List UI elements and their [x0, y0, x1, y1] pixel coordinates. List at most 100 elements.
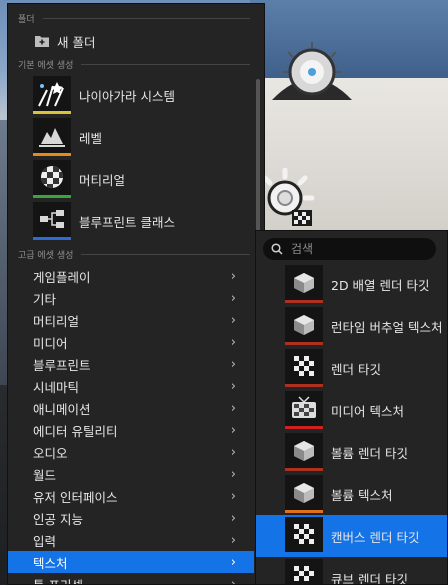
texture-item-cube-render-target[interactable]: 큐브 렌더 타깃 — [256, 557, 447, 585]
chevron-right-icon: › — [230, 488, 236, 504]
category-item-user-interface[interactable]: 유저 인터페이스 › — [8, 485, 254, 507]
texture-item-label: 2D 배열 렌더 타깃 — [331, 277, 430, 293]
texture-item-label: 렌더 타깃 — [331, 361, 381, 377]
texture-item-label: 캔버스 렌더 타깃 — [331, 529, 420, 545]
niagara-icon — [33, 76, 71, 114]
category-label: 오디오 — [33, 445, 68, 461]
category-label: 인공 지능 — [33, 511, 83, 527]
texture-item-label: 런타임 버추얼 텍스처 — [331, 319, 443, 335]
section-label: 폴더 — [18, 15, 35, 25]
category-label: 입력 — [33, 533, 57, 549]
material-icon — [33, 160, 71, 198]
category-item-texture[interactable]: 텍스처 › — [8, 551, 254, 573]
new-folder-label: 새 폴더 — [57, 34, 96, 50]
category-item-input[interactable]: 입력 › — [8, 529, 254, 551]
texture-item-volume-render-target[interactable]: 볼륨 렌더 타깃 — [256, 431, 447, 473]
search-box[interactable] — [263, 238, 436, 260]
texture-item-canvas-render-target[interactable]: 캔버스 렌더 타깃 — [256, 515, 447, 557]
chevron-right-icon: › — [230, 576, 236, 585]
sky-light-icon[interactable] — [268, 38, 356, 104]
canvas-render-target-icon — [285, 517, 323, 555]
category-label: 머티리얼 — [33, 313, 80, 329]
chevron-right-icon: › — [230, 312, 236, 328]
directional-light-icon[interactable] — [258, 168, 318, 228]
texture-item-label: 미디어 텍스처 — [331, 403, 404, 419]
divider — [81, 254, 250, 255]
category-label: 툴 프리셋 — [33, 577, 83, 585]
cube-render-target-icon — [285, 559, 323, 584]
search-icon — [271, 243, 283, 255]
category-item-world[interactable]: 월드 › — [8, 463, 254, 485]
chevron-right-icon: › — [230, 422, 236, 438]
media-texture-icon — [285, 391, 323, 429]
category-item-tool-presets[interactable]: 툴 프리셋 › — [8, 573, 254, 585]
category-item-animation[interactable]: 애니메이션 › — [8, 397, 254, 419]
texture-item-2d-array-render-target[interactable]: 2D 배열 렌더 타깃 — [256, 263, 447, 305]
chevron-right-icon: › — [230, 444, 236, 460]
category-item-blueprint[interactable]: 블루프린트 › — [8, 353, 254, 375]
category-label: 기타 — [33, 291, 57, 307]
category-label: 에디터 유틸리티 — [33, 423, 118, 439]
asset-label: 머티리얼 — [79, 172, 126, 188]
chevron-right-icon: › — [230, 290, 236, 306]
basic-assets-section-header: 기본 에셋 생성 — [18, 58, 250, 71]
folder-section-header: 폴더 — [18, 12, 250, 25]
add-asset-menu: 폴더 새 폴더 기본 에셋 생성 나이아가라 시스템 레벨 머티리얼 블루프린트… — [7, 3, 265, 585]
chevron-right-icon: › — [230, 466, 236, 482]
texture-item-runtime-virtual-texture[interactable]: 런타임 버추얼 텍스처 — [256, 305, 447, 347]
category-label: 텍스처 — [33, 555, 68, 571]
category-item-editor-utility[interactable]: 에디터 유틸리티 › — [8, 419, 254, 441]
asset-label: 블루프린트 클래스 — [79, 214, 175, 230]
basic-asset-blueprint-class[interactable]: 블루프린트 클래스 — [33, 201, 263, 241]
new-folder-item[interactable]: 새 폴더 — [8, 30, 254, 52]
advanced-assets-section-header: 고급 에셋 생성 — [18, 248, 250, 261]
category-item-ai[interactable]: 인공 지능 › — [8, 507, 254, 529]
texture-item-render-target[interactable]: 렌더 타깃 — [256, 347, 447, 389]
chevron-right-icon: › — [230, 378, 236, 394]
chevron-right-icon: › — [230, 510, 236, 526]
chevron-right-icon: › — [230, 400, 236, 416]
category-item-material[interactable]: 머티리얼 › — [8, 309, 254, 331]
category-label: 블루프린트 — [33, 357, 91, 373]
section-label: 고급 에셋 생성 — [18, 251, 74, 261]
category-item-audio[interactable]: 오디오 › — [8, 441, 254, 463]
level-icon — [33, 118, 71, 156]
texture-item-volume-texture[interactable]: 볼륨 텍스처 — [256, 473, 447, 515]
chevron-right-icon: › — [230, 554, 236, 570]
category-item-misc[interactable]: 기타 › — [8, 287, 254, 309]
virtual-texture-icon — [285, 307, 323, 345]
category-label: 시네마틱 — [33, 379, 80, 395]
chevron-right-icon: › — [230, 334, 236, 350]
divider — [42, 18, 250, 19]
basic-asset-material[interactable]: 머티리얼 — [33, 159, 263, 199]
volume-render-target-icon — [285, 433, 323, 471]
category-item-gameplay[interactable]: 게임플레이 › — [8, 265, 254, 287]
texture-item-label: 큐브 렌더 타깃 — [331, 571, 408, 585]
category-label: 유저 인터페이스 — [33, 489, 118, 505]
category-label: 애니메이션 — [33, 401, 91, 417]
chevron-right-icon: › — [230, 532, 236, 548]
category-label: 게임플레이 — [33, 269, 91, 285]
category-label: 미디어 — [33, 335, 68, 351]
asset-label: 나이아가라 시스템 — [79, 88, 175, 104]
folder-add-icon — [35, 36, 49, 47]
texture-item-label: 볼륨 렌더 타깃 — [331, 445, 408, 461]
texture-item-label: 볼륨 텍스처 — [331, 487, 393, 503]
blueprint-icon — [33, 202, 71, 240]
volume-texture-icon — [285, 475, 323, 513]
section-label: 기본 에셋 생성 — [18, 61, 74, 71]
texture-item-media-texture[interactable]: 미디어 텍스처 — [256, 389, 447, 431]
category-item-media[interactable]: 미디어 › — [8, 331, 254, 353]
render-target-icon — [285, 265, 323, 303]
chevron-right-icon: › — [230, 356, 236, 372]
search-input[interactable] — [289, 241, 433, 257]
basic-asset-level[interactable]: 레벨 — [33, 117, 263, 157]
asset-label: 레벨 — [79, 130, 103, 146]
category-item-cinematic[interactable]: 시네마틱 › — [8, 375, 254, 397]
divider — [81, 64, 250, 65]
category-label: 월드 — [33, 467, 57, 483]
basic-asset-niagara-system[interactable]: 나이아가라 시스템 — [33, 75, 263, 115]
chevron-right-icon: › — [230, 268, 236, 284]
texture-submenu: 2D 배열 렌더 타깃 런타임 버추얼 텍스처 렌더 타깃 미디어 텍스처 볼륨… — [255, 230, 448, 585]
render-target-checker-icon — [285, 349, 323, 387]
